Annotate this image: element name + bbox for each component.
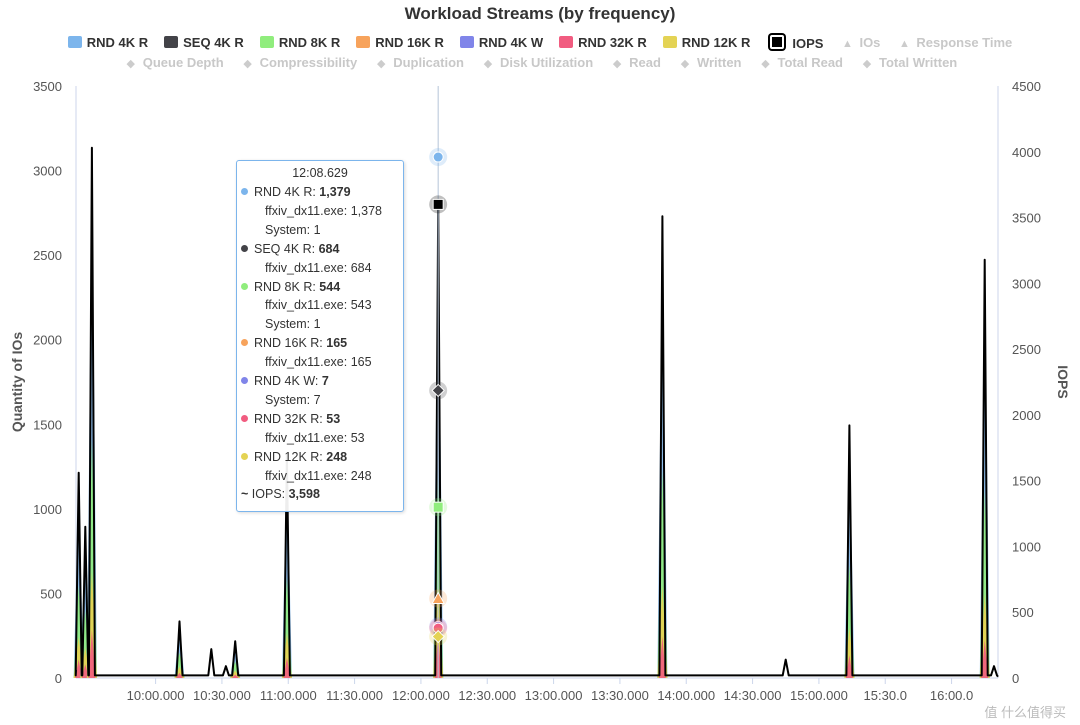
tooltip-series-label: RND 12K R: [254,449,327,464]
y2-axis-title: IOPS [1055,365,1071,398]
tooltip-series-dot: ~ [241,487,252,502]
tooltip-series-dot [241,452,248,460]
y-tick-label: 2000 [33,333,62,348]
tooltip-sub-row: ffxiv_dx11.exe: 543 [265,298,372,313]
x-tick-label: 12:00.000 [392,688,450,703]
x-tick-label: 15:00.000 [790,688,848,703]
tooltip-series-value: 684 [318,241,340,256]
y2-tick-label: 4500 [1012,79,1041,94]
x-tick-label: 15:30.0 [864,688,907,703]
x-tick-label: 13:30.000 [591,688,649,703]
highlight-marker [432,198,444,210]
y-tick-label: 3000 [33,164,62,179]
x-tick-label: 13:00.000 [525,688,583,703]
tooltip-series-row: RND 32K R: 53 [237,412,340,426]
y-tick-label: 500 [40,586,62,601]
y-tick-label: 1500 [33,417,62,432]
tooltip-sub-row: ffxiv_dx11.exe: 53 [265,430,365,445]
tooltip-series-row: RND 16K R: 165 [237,336,347,350]
y-tick-label: 3500 [33,79,62,94]
x-tick-label: 16:00.0 [930,688,973,703]
tooltip-sub-row: System: 1 [265,317,321,332]
tooltip-series-row: SEQ 4K R: 684 [237,242,339,256]
x-tick-label: 11:00.000 [260,688,317,703]
y2-tick-label: 4000 [1012,145,1041,160]
tooltip-series-label: RND 32K R: [254,411,327,426]
x-tick-label: 14:30.000 [724,688,782,703]
tooltip-series-label: IOPS: [251,487,289,502]
tooltip-series-value: 544 [319,279,341,294]
tooltip-sub-row: System: 7 [265,392,321,407]
x-tick-label: 10:00.000 [127,688,185,703]
tooltip-sub-row: ffxiv_dx11.exe: 165 [265,355,372,370]
chart-tooltip: 12:08.629 RND 4K R: 1,379 ffxiv_dx11.exe: … [236,160,404,512]
y2-tick-label: 3500 [1012,211,1041,226]
tooltip-series-dot [241,377,248,384]
y-tick-label: 0 [55,671,62,686]
tooltip-series-label: RND 4K R: [254,185,320,199]
tooltip-series-row: RND 8K R: 544 [237,280,340,294]
tooltip-series-value: 1,379 [319,185,351,199]
tooltip-series-row: RND 4K R: 1,379 [237,185,351,199]
tooltip-series-value: 165 [326,336,348,351]
highlight-marker [432,501,444,513]
x-tick-label: 12:30.000 [458,688,516,703]
tooltip-series-dot [241,188,248,195]
tooltip-series-value: 3,598 [288,487,320,502]
tooltip-series-label: RND 16K R: [254,336,327,351]
tooltip-series-dot [241,414,248,422]
tooltip-series-label: SEQ 4K R: [254,241,319,256]
y2-tick-label: 1000 [1012,539,1041,554]
y-tick-label: 1000 [33,502,62,517]
tooltip-iops-row: ~ IOPS: 3,598 [237,487,320,501]
y2-tick-label: 500 [1012,605,1034,620]
tooltip-sub-row: System: 1 [265,222,321,237]
y-axis-title: Quantity of IOs [9,332,25,433]
y2-tick-label: 0 [1012,671,1019,686]
tooltip-series-row: RND 4K W: 7 [237,374,329,388]
chart-plot[interactable]: 0 500 1000 1500 2000 2500 3000 3500 0 500 1000 1500… [0,0,1080,725]
x-tick-label: 11:30.000 [326,688,383,703]
y2-tick-label: 3000 [1012,276,1041,291]
tooltip-time: 12:08.629 [292,166,348,180]
tooltip-sub-row: ffxiv_dx11.exe: 1,378 [265,203,382,218]
series-iops-line [74,146,999,678]
tooltip-series-value: 248 [326,449,348,464]
watermark: 值 什么值得买 [984,705,1066,720]
tooltip-series-label: RND 8K R: [254,279,320,294]
y2-tick-label: 1500 [1012,474,1041,489]
tooltip-series-label: RND 4K W: [254,374,322,388]
y2-tick-label: 2000 [1012,408,1041,423]
y2-tick-label: 2500 [1012,342,1041,357]
x-tick-label: 14:00.000 [657,688,715,703]
tooltip-series-value: 53 [326,411,341,426]
y-tick-label: 2500 [33,248,62,263]
tooltip-series-dot [241,282,248,290]
tooltip-series-dot [241,244,248,252]
highlight-marker [432,151,444,163]
x-tick-label: 10:30.000 [193,688,251,703]
tooltip-sub-row: ffxiv_dx11.exe: 684 [265,260,372,275]
tooltip-series-value: 7 [321,374,329,388]
tooltip-series-dot [241,339,248,347]
tooltip-sub-row: ffxiv_dx11.exe: 248 [265,468,372,483]
tooltip-series-row: RND 12K R: 248 [237,450,347,464]
